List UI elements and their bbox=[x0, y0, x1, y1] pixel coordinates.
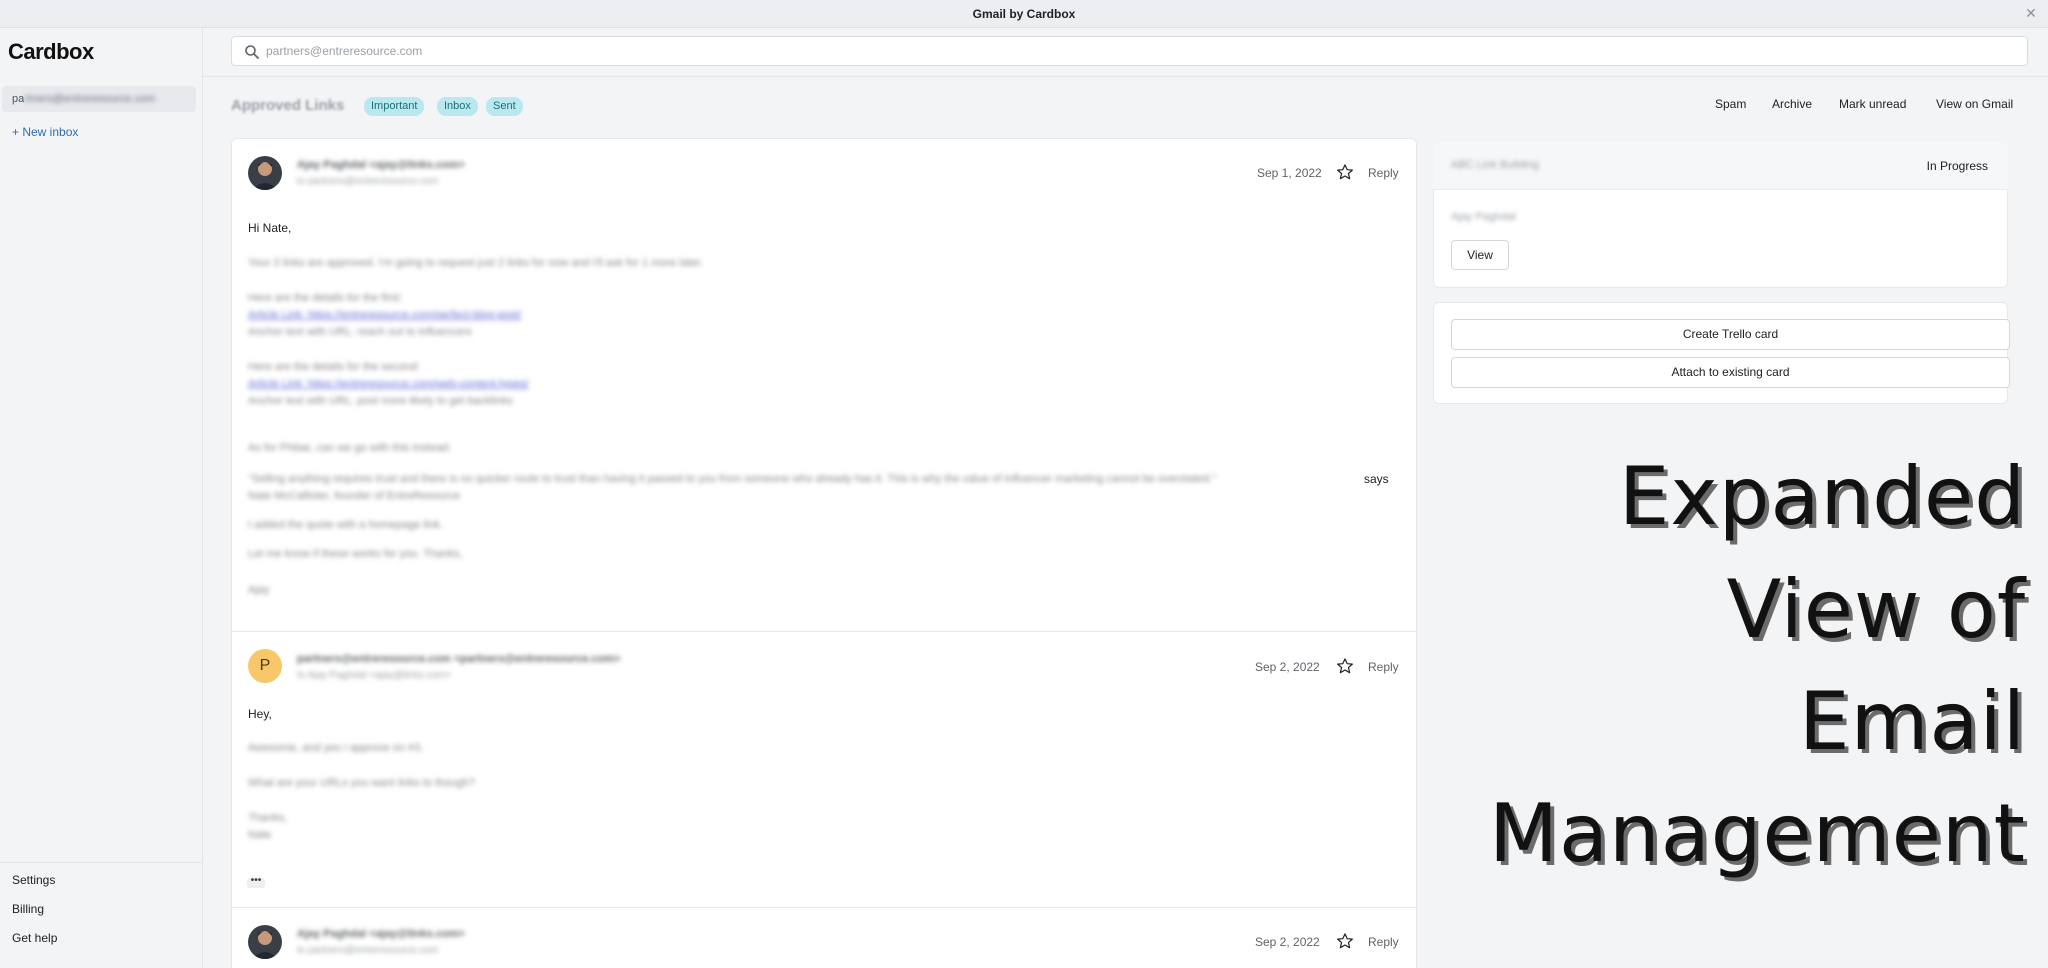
message-line: Your 3 links are approved. I'm going to … bbox=[248, 257, 704, 269]
help-link[interactable]: Get help bbox=[12, 931, 57, 945]
message-line: Anchor text with URL: post more likely t… bbox=[248, 395, 513, 407]
spam-button[interactable]: Spam bbox=[1715, 97, 1746, 111]
message-signature: Ajay bbox=[248, 584, 270, 596]
message-line: Thanks, bbox=[248, 812, 288, 824]
message-date: Sep 1, 2022 bbox=[1257, 166, 1322, 180]
archive-button[interactable]: Archive bbox=[1772, 97, 1812, 111]
inbox-address-rest: rtners@entreresource.com bbox=[24, 93, 156, 105]
attach-existing-card-button[interactable]: Attach to existing card bbox=[1451, 357, 2010, 388]
create-trello-card-button[interactable]: Create Trello card bbox=[1451, 319, 2010, 350]
overlay-caption-line: Email bbox=[1799, 675, 2026, 768]
trello-actions-panel bbox=[1433, 302, 2008, 404]
search-input[interactable] bbox=[266, 37, 1966, 65]
avatar bbox=[248, 156, 282, 190]
star-icon[interactable] bbox=[1336, 657, 1354, 675]
message-recipient: to Ajay Paghdal <ajay@links.com> bbox=[297, 670, 452, 681]
view-on-gmail-button[interactable]: View on Gmail bbox=[1936, 97, 2013, 111]
overlay-caption-line: Expanded bbox=[1618, 450, 2026, 543]
message-greeting: Hi Nate, bbox=[248, 221, 292, 235]
avatar bbox=[248, 925, 282, 959]
message-line: I added the quote with a homepage link. bbox=[248, 519, 444, 531]
message-quote: "Selling anything requires trust and the… bbox=[248, 473, 1217, 485]
reply-button[interactable]: Reply bbox=[1368, 935, 1399, 949]
close-icon[interactable]: ✕ bbox=[2022, 4, 2040, 22]
tag-inbox[interactable]: Inbox bbox=[437, 97, 478, 116]
message-line: Here are the details for the first: bbox=[248, 292, 403, 304]
message-divider bbox=[231, 631, 1417, 632]
tag-sent[interactable]: Sent bbox=[486, 97, 523, 116]
star-icon[interactable] bbox=[1336, 163, 1354, 181]
message-link[interactable]: Article Link: https://entreresource.com/… bbox=[248, 309, 521, 321]
message-signature: Nate bbox=[248, 829, 272, 841]
trello-card-header[interactable]: ABC Link Building In Progress bbox=[1433, 142, 2008, 190]
search-bar[interactable] bbox=[231, 36, 2028, 66]
message-line: What are your URLs you want links to tho… bbox=[248, 777, 475, 789]
show-trimmed-button[interactable]: ••• bbox=[247, 876, 265, 888]
new-inbox-link[interactable]: + New inbox bbox=[12, 125, 78, 139]
trello-card-title: ABC Link Building bbox=[1451, 159, 1540, 171]
message-date: Sep 2, 2022 bbox=[1255, 660, 1320, 674]
message-divider bbox=[231, 907, 1417, 908]
star-icon[interactable] bbox=[1336, 932, 1354, 950]
billing-link[interactable]: Billing bbox=[12, 902, 44, 916]
message-sender: partners@entreresource.com <partners@ent… bbox=[297, 653, 621, 665]
overlay-caption-line: View of bbox=[1726, 563, 2026, 656]
message-line: Nate McCallister, founder of EntreResour… bbox=[248, 490, 461, 502]
window-title: Gmail by Cardbox bbox=[972, 7, 1076, 21]
view-card-button[interactable]: View bbox=[1451, 240, 1509, 270]
message-line: Awesome, and yes I approve on #3. bbox=[248, 742, 424, 754]
message-sender: Ajay Paghdal <ajay@links.com> bbox=[297, 928, 465, 940]
overlay-caption-line: Management bbox=[1489, 787, 2026, 880]
header-divider bbox=[203, 76, 2048, 77]
search-icon bbox=[245, 45, 259, 59]
app-logo: Cardbox bbox=[8, 39, 94, 64]
message-line: As for Philae, can we go with this inste… bbox=[248, 442, 451, 454]
message-link[interactable]: Article Link: https://entreresource.com/… bbox=[248, 378, 529, 390]
message-recipient: to partners@entreresource.com bbox=[297, 176, 439, 187]
message-says: says bbox=[1364, 472, 1389, 486]
avatar: P bbox=[248, 649, 282, 683]
settings-link[interactable]: Settings bbox=[12, 873, 55, 887]
sidebar-divider bbox=[0, 862, 202, 863]
message-line: Let me know if these works for you. Than… bbox=[248, 548, 463, 560]
tag-important[interactable]: Important bbox=[364, 97, 425, 116]
reply-button[interactable]: Reply bbox=[1368, 166, 1399, 180]
reply-button[interactable]: Reply bbox=[1368, 660, 1399, 674]
mark-unread-button[interactable]: Mark unread bbox=[1839, 97, 1906, 111]
message-date: Sep 2, 2022 bbox=[1255, 935, 1320, 949]
message-greeting: Hey, bbox=[248, 707, 272, 721]
inbox-prefix: pa bbox=[12, 93, 25, 105]
trello-card-assignee: Ajay Paghdal bbox=[1451, 211, 1516, 223]
message-recipient: to partners@entreresource.com bbox=[297, 945, 439, 956]
trello-card-status: In Progress bbox=[1926, 159, 1988, 173]
sidebar-inbox-item[interactable]: partners@entreresource.com bbox=[2, 86, 196, 112]
thread-title: Approved Links bbox=[231, 97, 345, 114]
window-titlebar: Gmail by Cardbox ✕ bbox=[0, 0, 2048, 28]
message-sender: Ajay Paghdal <ajay@links.com> bbox=[297, 159, 465, 171]
sidebar: Cardbox partners@entreresource.com + New… bbox=[0, 28, 203, 968]
message-line: Here are the details for the second: bbox=[248, 361, 420, 373]
message-line: Anchor text with URL: reach out to influ… bbox=[248, 326, 472, 338]
